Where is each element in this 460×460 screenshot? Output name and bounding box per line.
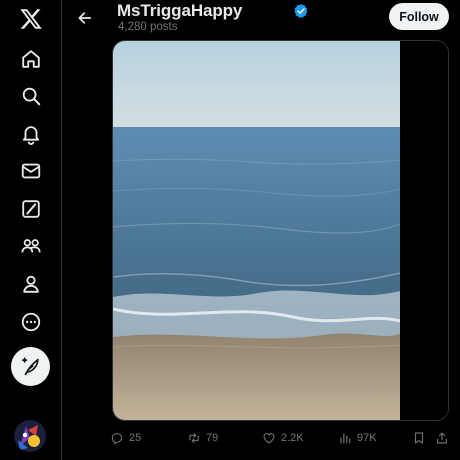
arrow-left-icon xyxy=(78,12,92,24)
back-button[interactable] xyxy=(70,3,100,33)
profile-header: MsTriggaHappy 4,280 posts Follow xyxy=(63,0,460,38)
reply-count: 25 xyxy=(129,432,142,444)
post-actions: 25 79 2.2K 97K xyxy=(63,428,460,448)
main-column: MsTriggaHappy 4,280 posts Follow 25 79 2… xyxy=(63,0,460,460)
compose-post-button[interactable] xyxy=(11,347,50,386)
like-count: 2.2K xyxy=(281,432,304,444)
post-image[interactable] xyxy=(113,41,400,420)
person-icon xyxy=(23,275,39,293)
views-button[interactable]: 97K xyxy=(338,428,377,448)
profile-name: MsTriggaHappy xyxy=(117,1,243,20)
envelope-icon xyxy=(21,163,41,179)
sidebar-item-notifications[interactable] xyxy=(12,115,50,153)
sidebar-item-profile[interactable] xyxy=(12,265,50,303)
feather-plus-icon xyxy=(21,356,39,375)
views-chart-icon xyxy=(340,433,351,444)
people-icon xyxy=(21,239,41,253)
post-media[interactable] xyxy=(112,40,449,421)
follow-button[interactable]: Follow xyxy=(389,3,449,30)
view-count: 97K xyxy=(357,432,377,444)
repost-icon xyxy=(189,433,199,443)
sidebar-item-messages[interactable] xyxy=(12,152,50,190)
sidebar-item-home[interactable] xyxy=(12,40,50,78)
bell-icon xyxy=(22,126,40,145)
more-circle-icon xyxy=(21,312,41,332)
share-icon xyxy=(437,432,447,444)
post-count: 4,280 posts xyxy=(118,21,178,33)
sidebar-item-more[interactable] xyxy=(12,303,50,341)
x-logo-icon[interactable] xyxy=(12,0,50,38)
reply-button[interactable]: 25 xyxy=(110,428,141,448)
sidebar-item-explore[interactable] xyxy=(12,77,50,115)
repost-button[interactable]: 79 xyxy=(187,428,218,448)
sidebar-item-grok[interactable] xyxy=(12,190,50,228)
grok-icon xyxy=(22,200,40,218)
reply-icon xyxy=(111,433,123,445)
bookmark-button[interactable] xyxy=(412,428,426,448)
sidebar-nav xyxy=(0,0,62,460)
share-button[interactable] xyxy=(435,428,449,448)
home-icon xyxy=(22,50,40,68)
heart-icon xyxy=(263,433,275,444)
repost-count: 79 xyxy=(206,432,219,444)
search-icon xyxy=(22,87,41,106)
like-button[interactable]: 2.2K xyxy=(262,428,304,448)
bookmark-icon xyxy=(414,432,424,444)
account-avatar[interactable] xyxy=(14,420,46,452)
media-letterbox xyxy=(400,41,448,420)
verified-badge-icon xyxy=(293,3,309,19)
sidebar-item-communities[interactable] xyxy=(12,227,50,265)
